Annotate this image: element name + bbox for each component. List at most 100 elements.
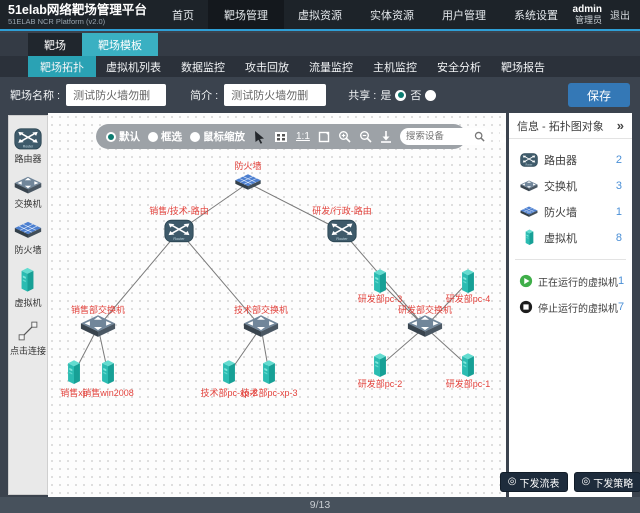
topology-node-vm-tech-pc-xp-3[interactable]: [261, 359, 278, 386]
panel-count-value: 8: [616, 232, 622, 244]
panel-action-button-0[interactable]: ◎下发流表: [500, 472, 568, 492]
topology-node-vm-rd-pc-2[interactable]: [372, 352, 389, 379]
panel-status-row-stopped: 停止运行的虚拟机7: [509, 294, 632, 320]
topology-node-label-switch-rd: 研发部交换机: [398, 305, 452, 315]
panel-count-value: 1: [616, 206, 622, 218]
vm-icon: [460, 352, 477, 379]
save-topology-button[interactable]: [499, 130, 506, 143]
user-name: admin: [573, 4, 602, 15]
footer-bar: 9/13: [0, 497, 640, 513]
vm-icon: [100, 359, 117, 386]
switch-icon: [80, 314, 116, 339]
topology-node-firewall[interactable]: [235, 173, 262, 192]
topology-node-router-rd-admin[interactable]: Router: [327, 219, 357, 242]
nav-item-4[interactable]: 用户管理: [428, 0, 500, 29]
palette-item-label: 防火墙: [14, 243, 41, 256]
nav-item-5[interactable]: 系统设置: [500, 0, 572, 29]
device-search-input[interactable]: [406, 131, 474, 142]
subtab-0[interactable]: 靶场拓扑: [28, 56, 96, 77]
toolbar-mode-label: 鼠标缩放: [203, 129, 245, 144]
nav-item-1[interactable]: 靶场管理: [208, 0, 284, 29]
device-palette: Router路由器 交换机 防火墙 虚拟机 点击连接: [8, 115, 48, 495]
save-button[interactable]: 保存: [568, 83, 630, 107]
palette-item-switch[interactable]: 交换机: [14, 176, 42, 211]
scenario-form: 靶场名称 : 简介 : 共享 : 是否 保存: [0, 77, 640, 113]
tab-0[interactable]: 靶场: [28, 33, 82, 56]
palette-item-label: 路由器: [14, 152, 41, 165]
vm-icon: [19, 267, 36, 294]
topology-node-vm-rd-pc-4[interactable]: [460, 268, 477, 295]
radio-dot: [106, 132, 116, 142]
one-to-one-zoom-button[interactable]: 1:1: [296, 131, 310, 142]
topology-node-vm-rd-pc-3[interactable]: [372, 268, 389, 295]
toolbar-mode-2[interactable]: 鼠标缩放: [190, 129, 245, 144]
radio-dot: [148, 132, 158, 142]
panel-action-button-1[interactable]: ◎下发策略: [574, 472, 640, 492]
scenario-name-input[interactable]: [66, 84, 166, 106]
topology-node-label-vm-rd-pc-1: 研发部pc-1: [446, 379, 491, 389]
share-radio-0[interactable]: [395, 90, 406, 101]
zoom-in-button[interactable]: [338, 130, 351, 143]
nav-item-3[interactable]: 实体资源: [356, 0, 428, 29]
topology-node-vm-rd-pc-1[interactable]: [460, 352, 477, 379]
palette-item-router[interactable]: Router路由器: [14, 128, 42, 165]
topology-node-vm-sales-xp[interactable]: [66, 359, 83, 386]
subtab-6[interactable]: 安全分析: [427, 56, 491, 77]
topology-node-vm-tech-pc-xp-2[interactable]: [221, 359, 238, 386]
topology-node-router-sales-tech[interactable]: Router: [164, 219, 194, 242]
scenario-desc-input[interactable]: [224, 84, 326, 106]
topology-node-switch-tech[interactable]: [243, 314, 279, 339]
export-button[interactable]: [380, 130, 392, 143]
fullscreen-button[interactable]: [318, 131, 330, 143]
router-icon: Router: [327, 219, 357, 242]
vm-icon: [221, 359, 238, 386]
zoom-out-button[interactable]: [359, 130, 372, 143]
panel-count-label: 防火墙: [544, 204, 577, 220]
toolbar-mode-label: 默认: [119, 129, 140, 144]
vm-icon: [460, 268, 477, 295]
nav-item-2[interactable]: 虚拟资源: [284, 0, 356, 29]
share-radio-1[interactable]: [425, 90, 436, 101]
toolbar-mode-label: 框选: [161, 129, 182, 144]
palette-item-firewall[interactable]: 防火墙: [14, 221, 42, 256]
share-option-label-1: 否: [410, 87, 421, 103]
zoom-out-icon: [359, 130, 372, 143]
palette-item-connect[interactable]: 点击连接: [10, 320, 46, 357]
subtab-1[interactable]: 虚拟机列表: [96, 56, 171, 77]
panel-divider: [515, 259, 626, 260]
fullscreen-icon: [318, 131, 330, 143]
device-search-box[interactable]: [400, 128, 491, 145]
panel-count-label: 路由器: [544, 152, 577, 168]
subtab-5[interactable]: 主机监控: [363, 56, 427, 77]
logout-button[interactable]: 退出: [610, 7, 630, 22]
dispatch-icon: ◎: [582, 477, 591, 487]
overview-button[interactable]: [274, 131, 288, 143]
dispatch-icon: ◎: [508, 477, 517, 487]
vm-icon: [66, 359, 83, 386]
collapse-panel-icon[interactable]: »: [617, 119, 624, 132]
switch-icon: [14, 176, 42, 196]
firewall-icon: [14, 221, 42, 241]
subtab-4[interactable]: 流量监控: [299, 56, 363, 77]
topology-node-vm-sales-win2008[interactable]: [100, 359, 117, 386]
zoom-in-icon: [338, 130, 351, 143]
share-radio-group: 共享 : 是否: [348, 87, 436, 103]
subtab-3[interactable]: 攻击回放: [235, 56, 299, 77]
palette-item-vm[interactable]: 虚拟机: [14, 267, 41, 309]
toolbar-mode-1[interactable]: 框选: [148, 129, 182, 144]
download-icon: [380, 130, 392, 143]
topology-node-switch-sales[interactable]: [80, 314, 116, 339]
subtab-2[interactable]: 数据监控: [171, 56, 235, 77]
vm-icon: [372, 352, 389, 379]
subtab-7[interactable]: 靶场报告: [491, 56, 555, 77]
topology-canvas[interactable]: 防火墙 Router销售/技术-路由 Router研发/行政-路由 销售部交换机…: [48, 113, 506, 497]
topology-node-switch-rd[interactable]: [407, 314, 443, 339]
toolbar-mode-0[interactable]: 默认: [106, 129, 140, 144]
panel-action-label: 下发流表: [520, 475, 560, 490]
info-panel: 信息 - 拓扑图对象 » Router路由器2 交换机3 防火墙1 虚拟机8 正…: [509, 113, 632, 497]
nav-item-0[interactable]: 首页: [158, 0, 208, 29]
panel-status-label: 正在运行的虚拟机: [538, 274, 618, 289]
tab-1[interactable]: 靶场模板: [82, 33, 158, 56]
panel-count-row-vm: 虚拟机8: [509, 225, 632, 251]
cursor-tool-button[interactable]: [253, 130, 266, 144]
